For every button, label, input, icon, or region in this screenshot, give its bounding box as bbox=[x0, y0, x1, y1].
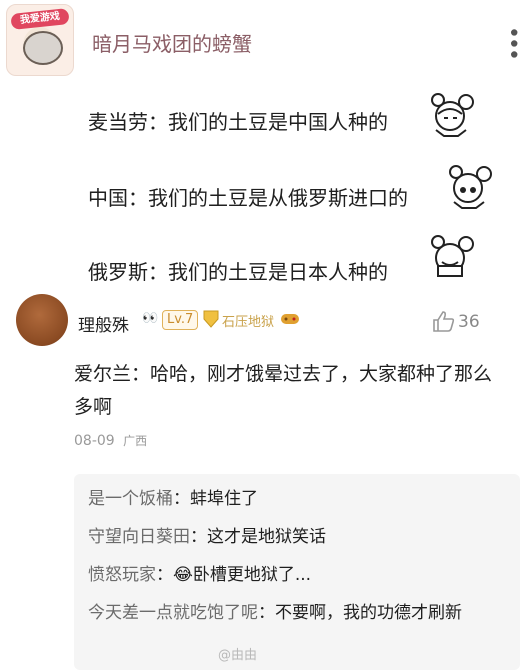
reply-author[interactable]: 愤怒玩家 bbox=[88, 565, 156, 585]
manga-girl-sticker-icon bbox=[449, 165, 492, 209]
hamster-face-icon bbox=[23, 31, 63, 65]
dialog-line-3: 俄罗斯：我们的土豆是日本人种的 bbox=[88, 260, 388, 284]
medal-icon bbox=[203, 310, 219, 328]
comment-text: 爱尔兰：哈哈，刚才饿晕过去了，大家都种了那么多啊 bbox=[74, 363, 493, 418]
dialog-line-1: 麦当劳：我们的土豆是中国人种的 bbox=[88, 110, 388, 134]
reply-item[interactable]: 今天差一点就吃饱了呢：不要啊，我的功德才刷新 bbox=[88, 596, 508, 630]
gamepad-icon bbox=[281, 314, 299, 324]
reply-author[interactable]: 今天差一点就吃饱了呢 bbox=[88, 603, 258, 623]
more-options-icon[interactable]: ••• bbox=[500, 26, 525, 59]
post-author-name[interactable]: 暗月马戏团的螃蟹 bbox=[92, 28, 252, 57]
comment-date: 08-09 bbox=[74, 433, 115, 449]
avatar-badge: 我爱游戏 bbox=[10, 8, 70, 30]
manga-girl-sticker-icon bbox=[431, 93, 474, 137]
reply-item[interactable]: 守望向日葵田：这才是地狱笑话 bbox=[88, 522, 326, 547]
reply-text: 😂卧槽更地狱了... bbox=[173, 565, 312, 585]
commenter-avatar[interactable] bbox=[16, 294, 68, 346]
commenter-name[interactable]: 理般殊 bbox=[78, 311, 129, 336]
manga-girl-sticker-icon bbox=[431, 235, 474, 277]
like-count: 36 bbox=[458, 312, 480, 332]
reply-text: 蚌埠住了 bbox=[190, 489, 258, 509]
title-badge: 石压地狱 bbox=[222, 315, 275, 330]
thumbs-up-icon[interactable] bbox=[432, 310, 456, 332]
reply-list: 是一个饭桶：蚌埠住了 守望向日葵田：这才是地狱笑话 愤怒玩家：😂卧槽更地狱了..… bbox=[74, 474, 520, 670]
dialog-line-2: 中国：我们的土豆是从俄罗斯进口的 bbox=[88, 186, 408, 210]
reply-text: 不要啊，我的功德才刷新 bbox=[275, 603, 462, 623]
level-badge: Lv.7 bbox=[162, 310, 199, 330]
reply-item[interactable]: 是一个饭桶：蚌埠住了 bbox=[88, 484, 258, 509]
reply-author[interactable]: 守望向日葵田 bbox=[88, 527, 190, 547]
author-avatar[interactable]: 我爱游戏 bbox=[6, 4, 74, 76]
reply-author[interactable]: 是一个饭桶 bbox=[88, 489, 173, 509]
reply-item[interactable]: 愤怒玩家：😂卧槽更地狱了... bbox=[88, 560, 311, 585]
eyes-emoji: 👀 bbox=[142, 311, 158, 326]
watermark: @由由 bbox=[218, 648, 258, 663]
comment-meta: 08-09 广西 bbox=[74, 432, 147, 449]
comment-location: 广西 bbox=[123, 434, 148, 448]
reply-text: 这才是地狱笑话 bbox=[207, 527, 326, 547]
